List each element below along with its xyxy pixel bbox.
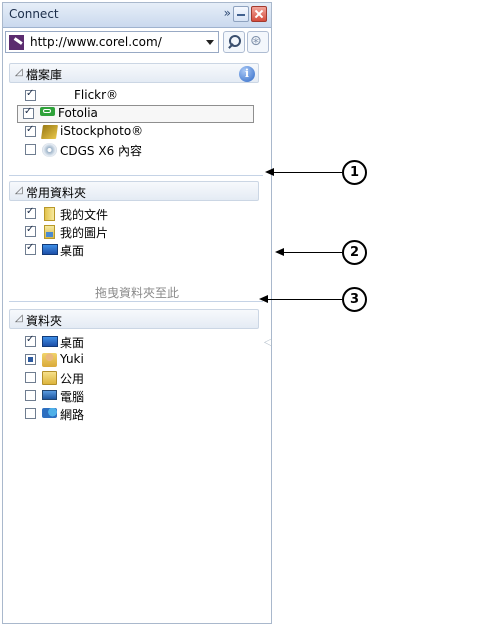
item-label: iStockphoto® — [60, 124, 144, 138]
favorites-section: ◿ 常用資料夾 — [9, 181, 259, 201]
libraries-header[interactable]: ◿ 檔案庫 i — [9, 63, 259, 83]
list-item[interactable]: Flickr® — [19, 87, 249, 105]
list-item[interactable]: 電腦 — [19, 387, 249, 405]
url-input[interactable]: http://www.corel.com/ — [5, 31, 219, 53]
section-divider[interactable] — [9, 301, 263, 302]
computer-icon — [42, 390, 57, 400]
list-item[interactable]: 網路 — [19, 405, 249, 423]
section-label: 資料夾 — [26, 314, 63, 328]
favorites-header[interactable]: ◿ 常用資料夾 — [9, 181, 259, 201]
go-icon: ⊛ — [250, 33, 262, 49]
checkbox[interactable] — [25, 390, 36, 401]
collapse-triangle-icon[interactable]: ◿ — [15, 313, 23, 324]
go-button[interactable]: ⊛ — [247, 31, 269, 53]
list-item[interactable]: 我的圖片 — [19, 223, 249, 241]
callout-1: 1 — [342, 160, 367, 185]
desktop-icon — [42, 336, 58, 347]
checkbox[interactable] — [25, 206, 36, 219]
item-label: CDGS X6 內容 — [60, 144, 143, 158]
item-label: Fotolia — [58, 106, 98, 120]
address-bar: http://www.corel.com/ ⊛ — [5, 31, 269, 55]
item-label: 電腦 — [60, 390, 85, 404]
list-item-selected[interactable]: Fotolia — [17, 105, 254, 123]
overflow-chevron-icon[interactable]: » — [224, 6, 231, 20]
list-item[interactable]: 桌面 — [19, 241, 249, 259]
checkbox[interactable] — [25, 242, 36, 255]
item-label: 公用 — [60, 372, 85, 386]
checkbox[interactable] — [25, 334, 36, 347]
checkbox[interactable] — [25, 408, 36, 419]
arrow-head-icon — [275, 248, 284, 256]
section-label: 檔案庫 — [26, 68, 63, 82]
checkbox[interactable] — [25, 224, 36, 237]
folders-section: ◿ 資料夾 — [9, 309, 259, 329]
item-label: 我的文件 — [60, 208, 109, 222]
libraries-section: ◿ 檔案庫 i — [9, 63, 259, 83]
collapse-triangle-icon[interactable]: ◿ — [15, 67, 23, 78]
drop-hint: 拖曳資料夾至此 — [94, 286, 179, 300]
site-favicon-icon — [9, 35, 24, 50]
network-icon — [42, 408, 57, 418]
desktop-icon — [42, 244, 58, 255]
arrow-head-icon — [265, 168, 274, 176]
section-label: 常用資料夾 — [26, 186, 87, 200]
checkbox[interactable] — [25, 372, 36, 383]
pictures-folder-icon — [44, 225, 55, 239]
cd-content-icon — [42, 143, 57, 157]
checkbox[interactable] — [25, 124, 36, 137]
dropdown-arrow-icon[interactable] — [206, 40, 214, 45]
list-item[interactable]: 我的文件 — [19, 205, 249, 223]
documents-folder-icon — [44, 207, 55, 221]
istockphoto-icon — [41, 125, 58, 139]
arrow-head-icon — [259, 295, 268, 303]
window-title: Connect — [9, 7, 59, 21]
section-divider[interactable] — [9, 175, 263, 176]
fotolia-icon — [40, 107, 55, 116]
collapse-triangle-icon[interactable]: ◿ — [15, 185, 23, 196]
list-item[interactable]: CDGS X6 內容 — [19, 141, 249, 159]
item-label: 桌面 — [60, 336, 85, 350]
list-item[interactable]: iStockphoto® — [19, 123, 249, 141]
folders-header[interactable]: ◿ 資料夾 — [9, 309, 259, 329]
info-icon[interactable]: i — [239, 66, 255, 82]
callout-line — [266, 299, 342, 300]
connect-panel: Connect » http://www.corel.com/ ⊛ ◿ 檔案庫 … — [2, 2, 272, 624]
item-label: Flickr® — [74, 88, 119, 102]
collapse-arrow-icon[interactable]: ◁ — [264, 337, 272, 348]
checkbox[interactable] — [23, 106, 34, 119]
callout-line — [282, 252, 342, 253]
checkbox[interactable] — [25, 88, 36, 101]
item-label: 我的圖片 — [60, 226, 109, 240]
checkbox[interactable] — [25, 144, 36, 155]
list-item[interactable]: 公用 — [19, 369, 249, 387]
folder-icon — [42, 371, 57, 385]
checkbox[interactable] — [25, 354, 36, 365]
callout-3: 3 — [342, 287, 367, 312]
title-bar: Connect » — [3, 3, 271, 28]
list-item[interactable]: Yuki — [19, 351, 249, 369]
callout-line — [272, 172, 342, 173]
search-button[interactable] — [223, 31, 245, 53]
item-label: 桌面 — [60, 244, 85, 258]
list-item[interactable]: 桌面 — [19, 333, 249, 351]
item-label: Yuki — [60, 352, 84, 366]
url-text: http://www.corel.com/ — [30, 35, 162, 49]
item-label: 網路 — [60, 408, 85, 422]
user-folder-icon — [42, 353, 57, 367]
close-button[interactable] — [251, 6, 267, 22]
callout-2: 2 — [342, 240, 367, 265]
minimize-button[interactable] — [233, 6, 249, 22]
